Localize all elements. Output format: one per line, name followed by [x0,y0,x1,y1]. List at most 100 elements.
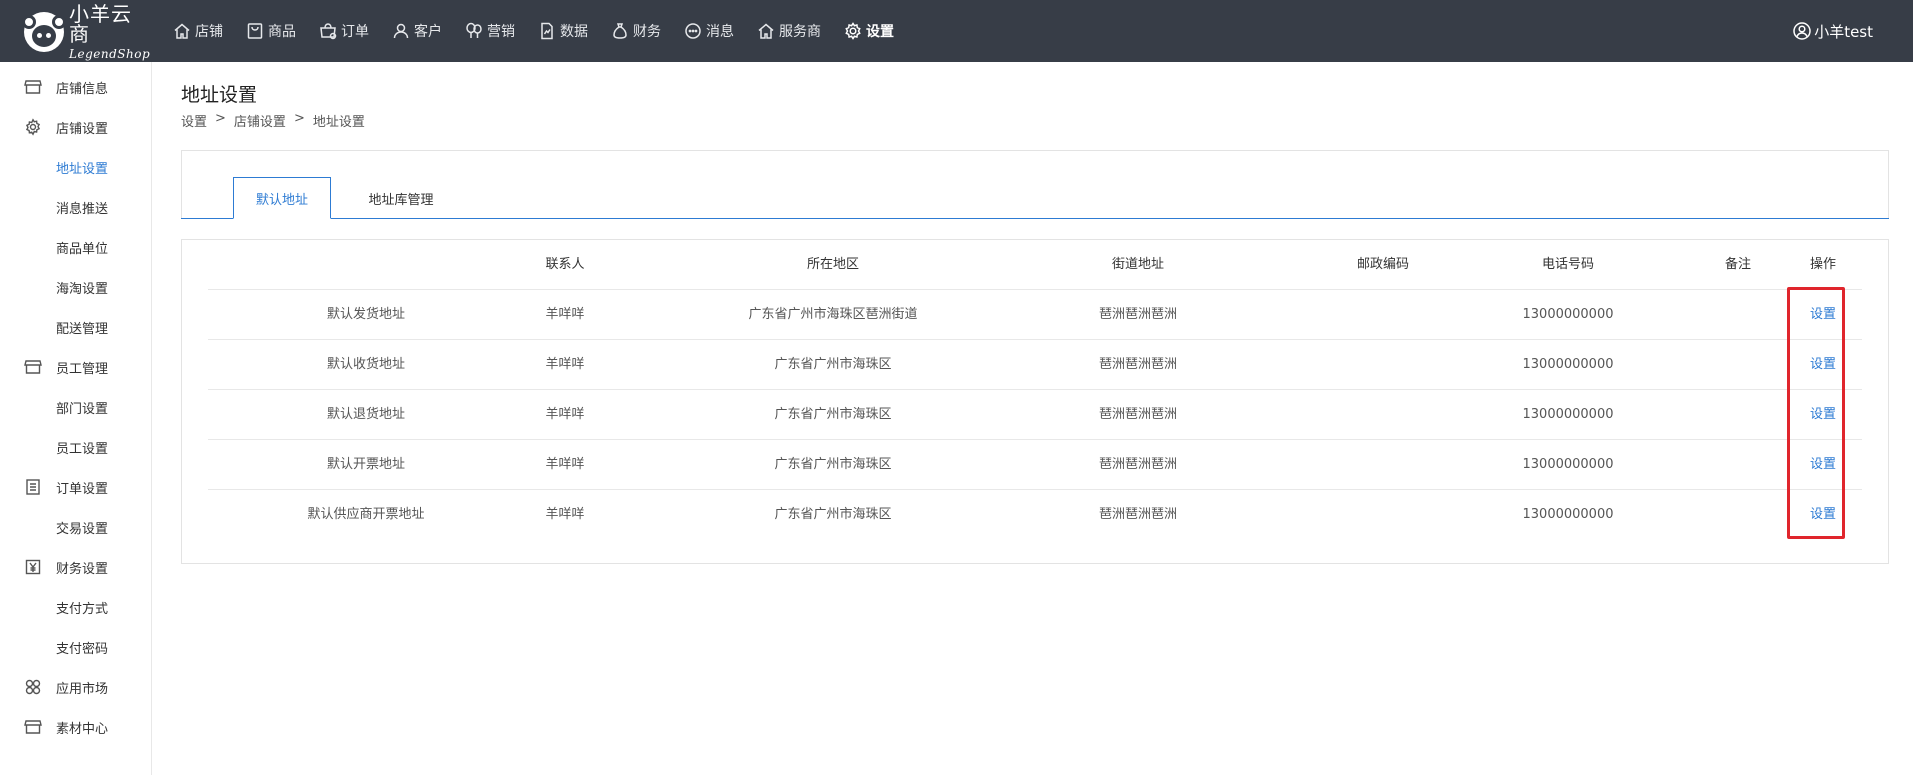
phone: 13000000000 [1522,507,1614,522]
nav-label: 商品 [268,24,296,40]
note [1708,440,1768,490]
main-nav: 店铺 商品 订单 客户 营销 数据 财务 消息 服务商 设置 [172,0,916,62]
street: 琶洲琶洲琶洲 [1098,357,1177,372]
nav-item-products[interactable]: 商品 [245,0,296,62]
table-row: 默认供应商开票地址 羊咩咩 广东省广州市海珠区 琶洲琶洲琶洲 130000000… [208,490,1862,540]
bag-icon [245,21,265,41]
sheep-logo-icon [22,12,66,52]
note [1708,390,1768,440]
sidebar-item-staff-settings[interactable]: 员工设置 [0,427,151,467]
sidebar-item-departments[interactable]: 部门设置 [0,387,151,427]
nav-item-orders[interactable]: 订单 [318,0,369,62]
region: 广东省广州市海珠区琶洲街道 [748,307,918,322]
page-title: 地址设置 [181,84,258,106]
nav-item-data[interactable]: 数据 [537,0,588,62]
nav-item-service-provider[interactable]: 服务商 [756,0,821,62]
nav-item-marketing[interactable]: 营销 [464,0,515,62]
user-name: 小羊test [1814,22,1873,41]
nav-label: 数据 [560,24,588,40]
sidebar-item-label: 支付密码 [56,641,109,657]
contact: 羊咩咩 [545,407,585,422]
brand-name-en: LegendShop [69,47,151,61]
store-icon [24,358,42,376]
breadcrumb-item[interactable]: 店铺设置 [234,111,286,130]
home-icon [756,21,776,41]
breadcrumb-item[interactable]: 设置 [181,111,207,130]
sidebar-item-label: 员工设置 [56,441,109,457]
zip [1338,390,1428,440]
sidebar-item-label: 店铺信息 [56,81,109,97]
sidebar-item-payment-password[interactable]: 支付密码 [0,627,151,667]
note [1708,490,1768,540]
sidebar-item-address-settings[interactable]: 地址设置 [0,147,151,187]
settings-sidebar: 店铺信息 店铺设置 地址设置 消息推送 商品单位 海淘设置 配送管理 员工管理 … [0,62,152,775]
tab-address-library[interactable]: 地址库管理 [352,177,450,219]
sidebar-item-staff-management[interactable]: 员工管理 [0,347,151,387]
zip [1338,290,1428,340]
nav-item-store[interactable]: 店铺 [172,0,223,62]
note [1708,290,1768,340]
sidebar-item-label: 店铺设置 [56,121,109,137]
contact: 羊咩咩 [545,357,585,372]
nav-item-finance[interactable]: 财务 [610,0,661,62]
set-address-link[interactable]: 设置 [1798,490,1848,540]
sidebar-item-app-market[interactable]: 应用市场 [0,667,151,707]
nav-item-settings[interactable]: 设置 [843,0,894,62]
sidebar-item-store-info[interactable]: 店铺信息 [0,67,151,107]
sidebar-item-delivery[interactable]: 配送管理 [0,307,151,347]
sidebar-item-store-settings[interactable]: 店铺设置 [0,107,151,147]
sidebar-item-cross-border[interactable]: 海淘设置 [0,267,151,307]
sidebar-item-label: 素材中心 [56,721,109,737]
sidebar-item-label: 地址设置 [56,161,109,177]
table-row: 默认收货地址 羊咩咩 广东省广州市海珠区 琶洲琶洲琶洲 13000000000 … [208,340,1862,390]
nav-item-messages[interactable]: 消息 [683,0,734,62]
contact: 羊咩咩 [545,307,585,322]
phone: 13000000000 [1522,407,1614,422]
phone: 13000000000 [1522,457,1614,472]
set-address-link[interactable]: 设置 [1798,440,1848,490]
nav-label: 订单 [341,24,369,40]
breadcrumb: 设置 > 店铺设置 > 地址设置 [181,111,365,130]
sidebar-item-label: 订单设置 [56,481,109,497]
brand-logo[interactable]: 小羊云商 LegendShop [22,4,152,60]
sidebar-item-product-units[interactable]: 商品单位 [0,227,151,267]
column-header: 街道地址 [1111,257,1164,272]
set-address-link[interactable]: 设置 [1798,340,1848,390]
note [1708,340,1768,390]
nav-label: 服务商 [779,24,821,40]
nav-label: 店铺 [195,24,223,40]
contact: 羊咩咩 [545,507,585,522]
store-icon [24,718,42,736]
phone: 13000000000 [1522,357,1614,372]
tab-default-address[interactable]: 默认地址 [233,177,331,219]
home-icon [172,21,192,41]
sidebar-item-label: 员工管理 [56,361,109,377]
address-type: 默认发货地址 [326,307,405,322]
street: 琶洲琶洲琶洲 [1098,457,1177,472]
nav-label: 客户 [414,24,442,40]
breadcrumb-separator: > [293,111,305,126]
set-address-link[interactable]: 设置 [1798,390,1848,440]
sidebar-item-asset-center[interactable]: 素材中心 [0,707,151,747]
sidebar-item-trade-settings[interactable]: 交易设置 [0,507,151,547]
contact: 羊咩咩 [545,457,585,472]
breadcrumb-separator: > [215,111,226,126]
nav-label: 设置 [866,24,894,40]
address-table: 联系人 所在地区 街道地址 邮政编码 电话号码 备注 操作 默认发货地址 羊咩咩… [181,239,1889,564]
sidebar-item-message-push[interactable]: 消息推送 [0,187,151,227]
street: 琶洲琶洲琶洲 [1098,507,1177,522]
column-header: 备注 [1724,257,1751,272]
set-address-link[interactable]: 设置 [1798,290,1848,340]
nav-item-customers[interactable]: 客户 [391,0,442,62]
sidebar-item-label: 财务设置 [56,561,109,577]
sidebar-item-label: 消息推送 [56,201,109,217]
region: 广东省广州市海珠区 [774,407,892,422]
user-menu[interactable]: 小羊test [1792,0,1873,62]
sidebar-item-payment-methods[interactable]: 支付方式 [0,587,151,627]
cart-icon [318,21,338,41]
sidebar-item-finance-settings[interactable]: 财务设置 [0,547,151,587]
sidebar-item-order-settings[interactable]: 订单设置 [0,467,151,507]
address-type: 默认收货地址 [326,357,405,372]
region: 广东省广州市海珠区 [774,457,892,472]
street: 琶洲琶洲琶洲 [1098,307,1177,322]
